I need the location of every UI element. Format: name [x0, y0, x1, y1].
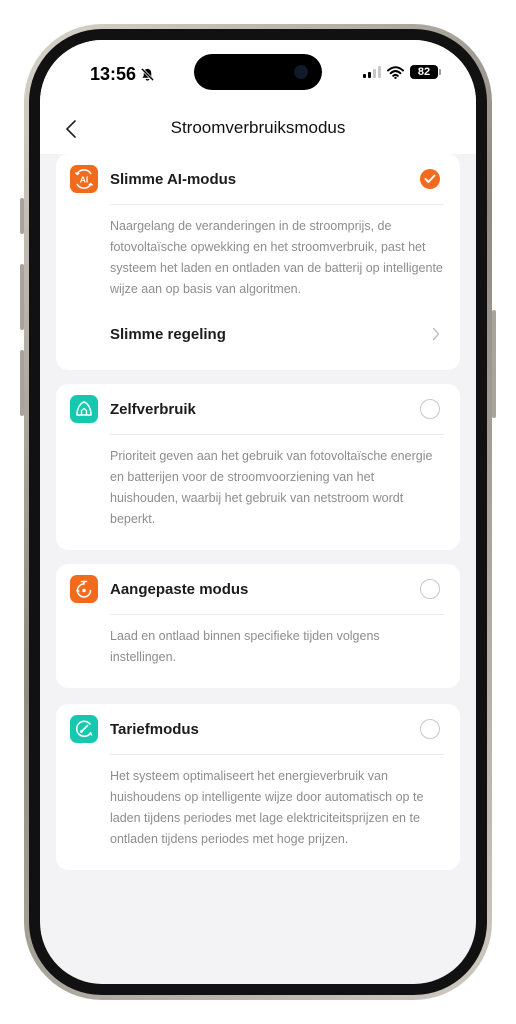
- page-title: Stroomverbruiksmodus: [170, 118, 346, 137]
- divider: [110, 754, 444, 755]
- mode-description: Het systeem optimaliseert het energiever…: [110, 769, 424, 846]
- power-button: [492, 310, 496, 418]
- mode-card-header: AI Slimme AI-modus: [70, 164, 440, 194]
- divider: [110, 434, 444, 435]
- mode-card-header: Zelfverbruik: [70, 394, 440, 424]
- status-bar: 13:56 82: [40, 40, 476, 104]
- status-time-text: 13:56: [90, 64, 137, 84]
- leaf-house-icon: [70, 395, 98, 423]
- wifi-icon: [387, 65, 404, 79]
- status-time: 13:56: [90, 64, 155, 85]
- mode-title: Tariefmodus: [110, 720, 199, 738]
- mode-card-header: Aangepaste modus: [70, 574, 440, 604]
- action-button: [20, 198, 24, 234]
- dynamic-island: [194, 54, 322, 90]
- battery-icon: 82: [410, 65, 441, 79]
- volume-down-button: [20, 350, 24, 416]
- mode-description: Naargelang de veranderingen in de stroom…: [110, 219, 443, 296]
- ai-mode-icon: AI: [70, 165, 98, 193]
- mode-card-custom[interactable]: Aangepaste modus Laad en ontlaad binnen …: [56, 564, 460, 688]
- navigation-bar: Stroomverbruiksmodus: [40, 104, 476, 154]
- tariff-gauge-icon: [70, 715, 98, 743]
- status-indicators: 82: [363, 65, 441, 79]
- bell-slash-icon: [140, 67, 155, 82]
- camera-icon: [294, 65, 308, 79]
- smart-control-row[interactable]: Slimme regeling: [110, 322, 440, 346]
- battery-level: 82: [417, 66, 431, 78]
- mode-card-tariff[interactable]: Tariefmodus Het systeem optimaliseert he…: [56, 704, 460, 870]
- divider: [110, 204, 444, 205]
- mode-title: Zelfverbruik: [110, 400, 196, 418]
- volume-up-button: [20, 264, 24, 330]
- mode-card-ai[interactable]: AI Slimme AI-modus Naargelang de verande…: [56, 154, 460, 370]
- mode-radio[interactable]: [420, 579, 440, 599]
- mode-radio[interactable]: [420, 719, 440, 739]
- smart-control-label: Slimme regeling: [110, 325, 226, 343]
- checkmark-icon: [424, 174, 436, 183]
- chevron-right-icon: [432, 327, 440, 341]
- mode-radio[interactable]: [420, 399, 440, 419]
- cellular-signal-icon: [363, 66, 381, 78]
- app-screen: 13:56 82 Stroomverbruiksmodus AI Slimme …: [40, 40, 476, 984]
- svg-text:AI: AI: [80, 175, 89, 185]
- mode-title: Slimme AI-modus: [110, 170, 237, 188]
- mode-title: Aangepaste modus: [110, 580, 249, 598]
- mode-description: Prioriteit geven aan het gebruik van fot…: [110, 449, 433, 526]
- mode-radio-selected[interactable]: [420, 169, 440, 189]
- mode-card-header: Tariefmodus: [70, 714, 440, 744]
- divider: [110, 614, 444, 615]
- mode-description: Laad en ontlaad binnen specifieke tijden…: [110, 629, 380, 664]
- timer-icon: [70, 575, 98, 603]
- mode-card-self-consumption[interactable]: Zelfverbruik Prioriteit geven aan het ge…: [56, 384, 460, 550]
